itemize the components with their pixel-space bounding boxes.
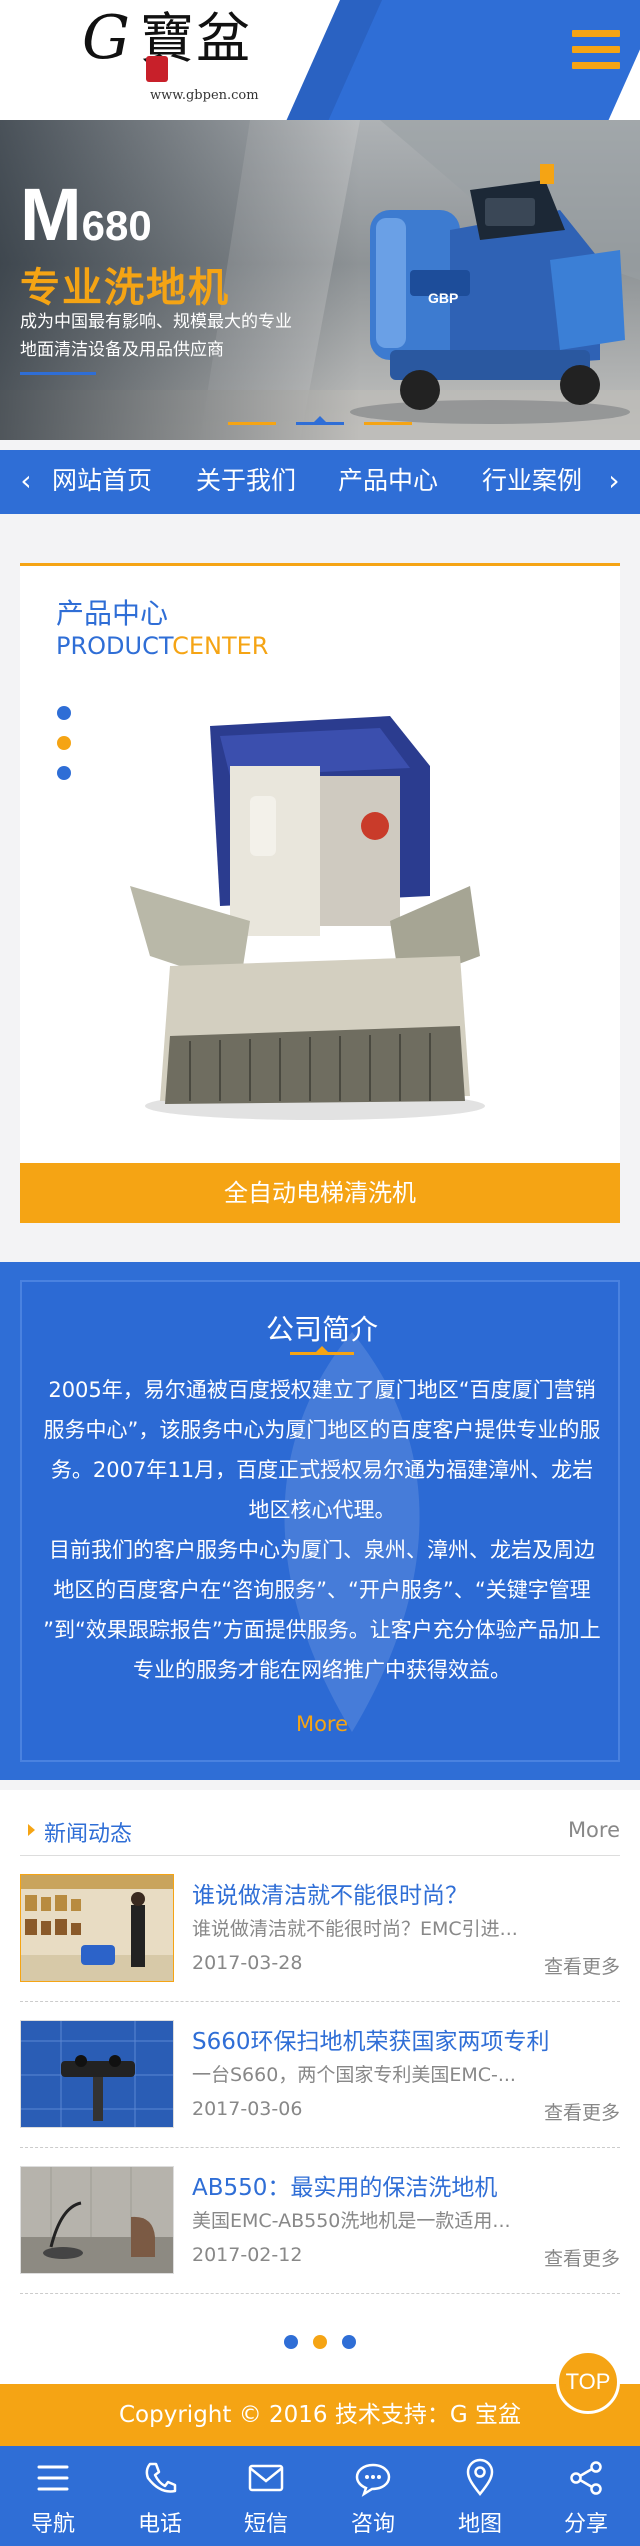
- tab-sms[interactable]: 短信: [213, 2446, 319, 2546]
- logo-letter: G: [82, 3, 130, 73]
- chat-icon: [355, 2463, 391, 2497]
- product-dot-3[interactable]: [57, 766, 71, 780]
- intro-paragraph-1: 2005年，易尔通被百度授权建立了厦门地区“百度厦门营销服务中心”，该服务中心为…: [43, 1378, 601, 1522]
- news-dot-2[interactable]: [313, 2335, 327, 2349]
- news-item-summary: 美国EMC-AB550洗地机是一款适用...: [192, 2210, 511, 2232]
- news-thumbnail[interactable]: [20, 1874, 174, 1982]
- site-header: G 寶盆 www.gbpen.com: [0, 0, 640, 120]
- chevron-left-icon[interactable]: ‹: [12, 466, 40, 496]
- tab-phone[interactable]: 电话: [107, 2446, 213, 2546]
- product-dot-1[interactable]: [57, 706, 71, 720]
- map-pin-icon: [466, 2458, 494, 2497]
- banner-model-number: 680: [81, 202, 152, 249]
- banner-accent-line: [20, 372, 96, 375]
- news-item-date: 2017-02-12: [192, 2244, 303, 2266]
- tab-consult[interactable]: 咨询: [320, 2446, 426, 2546]
- intro-paragraph-2: 目前我们的客户服务中心为厦门、泉州、漳州、龙岩及周边地区的百度客户在“咨询服务”…: [43, 1538, 601, 1682]
- banner-dot-2[interactable]: [296, 416, 344, 425]
- news-item-more[interactable]: 查看更多: [544, 1952, 620, 1979]
- news-item-summary: 谁说做清洁就不能很时尚？EMC引进...: [192, 1918, 518, 1940]
- tab-navigation[interactable]: 导航: [0, 2446, 106, 2546]
- menu-icon: [37, 2465, 69, 2491]
- phone-icon: [145, 2462, 177, 2493]
- news-item-title[interactable]: S660环保扫地机荣获国家两项专利: [192, 2022, 612, 2056]
- tab-label: 分享: [563, 2512, 608, 2537]
- news-item[interactable]: AB550：最实用的保洁洗地机 美国EMC-AB550洗地机是一款适用... 2…: [20, 2148, 620, 2294]
- news-dot-3[interactable]: [342, 2335, 356, 2349]
- bottom-tab-bar: 导航 电话 短信 咨询 地图 分享: [0, 2446, 640, 2546]
- news-item-more[interactable]: 查看更多: [544, 2244, 620, 2271]
- news-item-title[interactable]: 谁说做清洁就不能很时尚？: [192, 1876, 612, 1910]
- subtitle-center: CENTER: [172, 632, 269, 660]
- company-intro-box: 公司简介 2005年，易尔通被百度授权建立了厦门地区“百度厦门营销服务中心”，该…: [20, 1280, 620, 1762]
- hero-banner[interactable]: GBP M680 专业洗地机 成为中国最有影响、规模最大的专业 地面清洁设备及用…: [0, 120, 640, 440]
- nav-item-home[interactable]: 网站首页: [52, 464, 152, 498]
- news-dot-1[interactable]: [284, 2335, 298, 2349]
- tab-share[interactable]: 分享: [533, 2446, 639, 2546]
- tab-label: 咨询: [350, 2512, 395, 2537]
- envelope-icon: [248, 2464, 284, 2492]
- tab-label: 导航: [30, 2512, 75, 2537]
- banner-dot-3[interactable]: [364, 422, 412, 425]
- company-intro-title: 公司简介: [265, 1313, 378, 1346]
- banner-desc-line1: 成为中国最有影响、规模最大的专业: [20, 312, 292, 332]
- news-section: 新闻动态 More 谁说做清洁就不能很时尚？ 谁说做清洁就不能很时尚？EMC引进…: [0, 1790, 640, 2384]
- news-item[interactable]: 谁说做清洁就不能很时尚？ 谁说做清洁就不能很时尚？EMC引进... 2017-0…: [20, 1856, 620, 2002]
- product-section-subtitle: PRODUCTCENTER: [56, 632, 268, 660]
- hamburger-icon[interactable]: [572, 30, 620, 70]
- product-section-title: 产品中心: [56, 597, 169, 630]
- chevron-right-icon[interactable]: ›: [600, 466, 628, 496]
- product-dot-2[interactable]: [57, 736, 71, 750]
- caret-right-icon: [28, 1824, 35, 1836]
- company-intro-section: 公司简介 2005年，易尔通被百度授权建立了厦门地区“百度厦门营销服务中心”，该…: [0, 1262, 640, 1780]
- tab-label: 电话: [137, 2512, 182, 2537]
- tab-label: 短信: [243, 2512, 288, 2537]
- news-item-date: 2017-03-28: [192, 1952, 303, 1974]
- banner-model: M680: [20, 178, 152, 252]
- banner-model-letter: M: [20, 173, 82, 256]
- product-center-card: 产品中心 PRODUCTCENTER 全自动电梯清洗机: [20, 563, 620, 1223]
- news-item[interactable]: S660环保扫地机荣获国家两项专利 一台S660，两个国家专利美国EMC-...…: [20, 2002, 620, 2148]
- banner-pagination: [228, 412, 412, 432]
- news-item-summary: 一台S660，两个国家专利美国EMC-...: [192, 2064, 516, 2086]
- machine-badge: GBP: [428, 290, 459, 306]
- news-thumbnail[interactable]: [20, 2020, 174, 2128]
- copyright-footer: Copyright © 2016 技术支持：G 宝盆: [0, 2384, 640, 2446]
- nav-item-about[interactable]: 关于我们: [196, 464, 296, 498]
- product-caption[interactable]: 全自动电梯清洗机: [20, 1163, 620, 1223]
- scrubber-machine-image: [350, 164, 630, 424]
- nav-item-products[interactable]: 产品中心: [338, 464, 438, 498]
- news-item-date: 2017-03-06: [192, 2098, 303, 2120]
- nav-item-cases[interactable]: 行业案例: [482, 464, 582, 498]
- title-underline: [290, 1346, 354, 1355]
- main-nav: ‹ 网站首页 关于我们 产品中心 行业案例 ›: [0, 450, 640, 514]
- share-icon: [570, 2461, 602, 2495]
- banner-title: 专业洗地机: [20, 265, 230, 311]
- logo-url: www.gbpen.com: [150, 88, 259, 103]
- banner-desc-line2: 地面清洁设备及用品供应商: [20, 340, 224, 360]
- tab-label: 地图: [457, 2512, 502, 2537]
- news-more-link[interactable]: More: [568, 1818, 620, 1842]
- news-title: 新闻动态: [44, 1822, 133, 1847]
- logo-seal-icon: [146, 56, 168, 82]
- news-thumbnail[interactable]: [20, 2166, 174, 2274]
- banner-description: 成为中国最有影响、规模最大的专业 地面清洁设备及用品供应商: [20, 308, 340, 364]
- news-item-more[interactable]: 查看更多: [544, 2098, 620, 2125]
- logo[interactable]: G 寶盆 www.gbpen.com: [0, 0, 300, 120]
- back-to-top-button[interactable]: TOP: [556, 2350, 620, 2414]
- tab-map[interactable]: 地图: [427, 2446, 533, 2546]
- banner-dot-1[interactable]: [228, 422, 276, 425]
- about-more-link[interactable]: More: [22, 1712, 622, 1736]
- news-header: 新闻动态 More: [20, 1816, 620, 1856]
- company-intro-text: 2005年，易尔通被百度授权建立了厦门地区“百度厦门营销服务中心”，该服务中心为…: [42, 1370, 602, 1690]
- escalator-cleaner-image[interactable]: [130, 706, 500, 1126]
- subtitle-product: PRODUCT: [56, 632, 173, 660]
- news-item-title[interactable]: AB550：最实用的保洁洗地机: [192, 2168, 612, 2202]
